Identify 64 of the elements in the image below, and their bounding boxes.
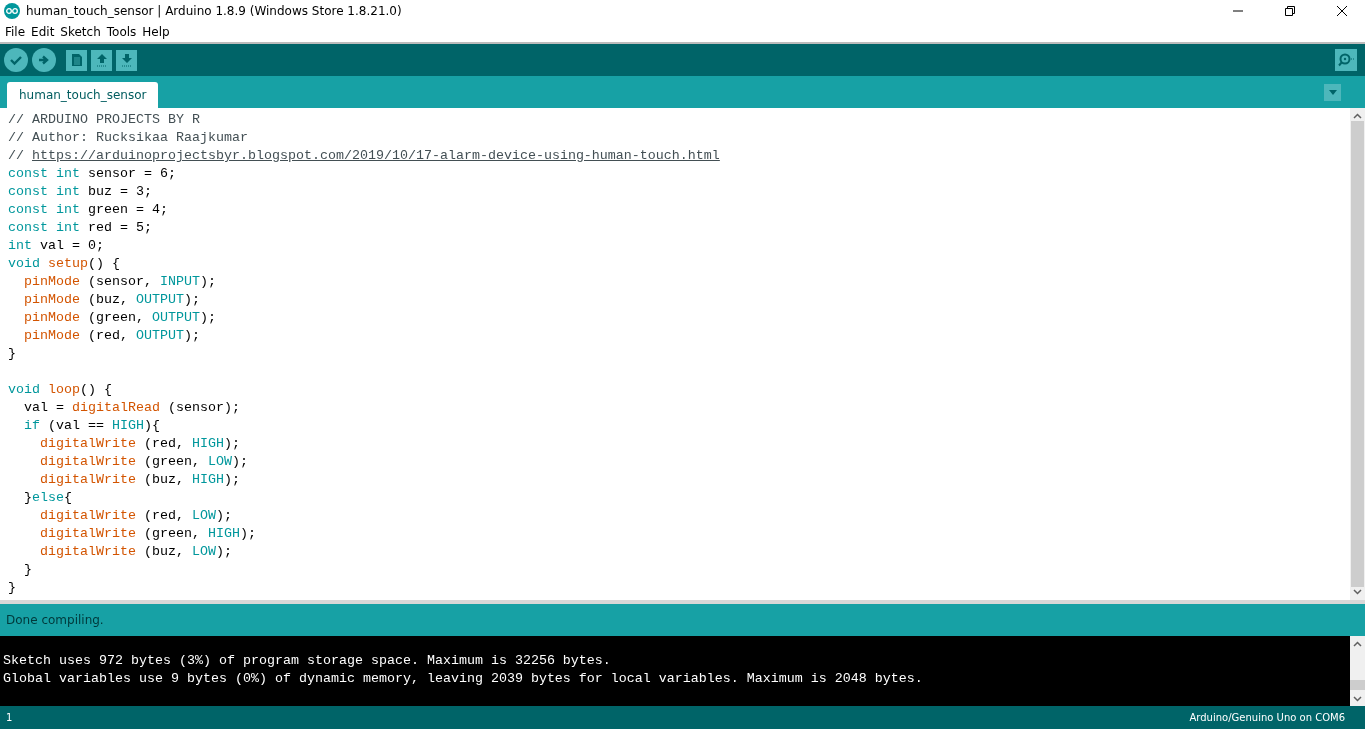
scroll-down-icon xyxy=(1353,589,1362,595)
code-line: digitalWrite (green, LOW); xyxy=(39,453,249,471)
code-line: if (val == HIGH){ xyxy=(23,417,161,435)
status-message: Done compiling. xyxy=(6,613,104,627)
menu-item[interactable]: File xyxy=(2,25,29,39)
code-line: } xyxy=(8,345,17,363)
code-line: // Author: Rucksikaa Raajkumar xyxy=(8,129,249,147)
scroll-down-icon xyxy=(1353,696,1362,702)
close-icon xyxy=(1337,6,1347,16)
document-icon xyxy=(70,53,83,67)
code-line: }else{ xyxy=(23,489,73,507)
code-line: int val = 0; xyxy=(8,237,105,255)
save-button[interactable] xyxy=(116,49,137,71)
new-button[interactable] xyxy=(66,49,87,71)
menu-item[interactable]: Edit xyxy=(28,25,58,39)
arrow-up-icon xyxy=(94,53,109,67)
window-title: human_touch_sensor | Arduino 1.8.9 (Windows Store 1.8.21.0) xyxy=(26,4,403,18)
code-line: digitalWrite (red, HIGH); xyxy=(39,435,241,453)
verify-button[interactable] xyxy=(4,48,28,72)
restore-icon xyxy=(1285,6,1295,16)
magnifier-icon xyxy=(1338,53,1354,67)
code-line: val = digitalRead (sensor); xyxy=(23,399,241,417)
caret-icon xyxy=(1328,90,1337,95)
arrow-down-icon xyxy=(119,53,134,67)
checkmark-icon xyxy=(9,53,23,67)
upload-button[interactable] xyxy=(32,48,56,72)
menu-item[interactable]: Sketch xyxy=(57,25,104,39)
code-line: digitalWrite (buz, HIGH); xyxy=(39,471,241,489)
serial-monitor-button[interactable] xyxy=(1335,49,1357,71)
line-number: 1 xyxy=(6,712,13,723)
scroll-thumb[interactable] xyxy=(1351,121,1364,587)
scroll-up-icon xyxy=(1353,113,1362,119)
code-line: pinMode (sensor, INPUT); xyxy=(23,273,217,291)
code-line: const int green = 4; xyxy=(8,201,169,219)
code-line: void setup() { xyxy=(8,255,121,273)
console-scrollbar[interactable] xyxy=(1350,636,1365,706)
code-line: const int red = 5; xyxy=(8,219,153,237)
code-line: digitalWrite (red, LOW); xyxy=(39,507,233,525)
app-logo-icon xyxy=(4,3,20,19)
menu-item[interactable]: Tools xyxy=(103,25,140,39)
code-line: pinMode (green, OUTPUT); xyxy=(23,309,217,327)
comment-line: // https://arduinoprojectsbyr.blogspot.com/2019/10/17-alarm-device-using-human-touch.html xyxy=(8,147,721,165)
code-line: const int sensor = 6; xyxy=(8,165,177,183)
code-line: pinMode (buz, OUTPUT); xyxy=(23,291,201,309)
code-line: } xyxy=(23,561,33,579)
code-line: void loop() { xyxy=(8,381,113,399)
scroll-up-icon xyxy=(1353,641,1362,647)
code-line: pinMode (red, OUTPUT); xyxy=(23,327,201,345)
code-line: } xyxy=(8,579,17,597)
url-link[interactable]: https://arduinoprojectsbyr.blogspot.com/2019/10/17-alarm-device-using-human-touch.html xyxy=(32,148,720,163)
code-line: const int buz = 3; xyxy=(8,183,153,201)
menu-item[interactable]: Help xyxy=(139,25,173,39)
console-line: Global variables use 9 bytes (0%) of dynamic memory, leaving 2039 bytes for local variables. Maximum is 2048 bytes. xyxy=(3,670,924,688)
open-button[interactable] xyxy=(91,49,112,71)
sketch-tab[interactable]: human_touch_sensor xyxy=(7,82,159,108)
tab-menu-button[interactable] xyxy=(1324,84,1341,101)
arrow-right-icon xyxy=(38,54,50,66)
editor-scrollbar[interactable] xyxy=(1350,108,1365,600)
code-line: digitalWrite (green, HIGH); xyxy=(39,525,257,543)
console-line: Sketch uses 972 bytes (3%) of program storage space. Maximum is 32256 bytes. xyxy=(3,652,612,670)
scroll-thumb[interactable] xyxy=(1350,680,1365,690)
code-line: digitalWrite (buz, LOW); xyxy=(39,543,233,561)
board-port-label: Arduino/Genuino Uno on COM6 xyxy=(1189,712,1345,723)
code-line: // ARDUINO PROJECTS BY R xyxy=(8,111,201,129)
